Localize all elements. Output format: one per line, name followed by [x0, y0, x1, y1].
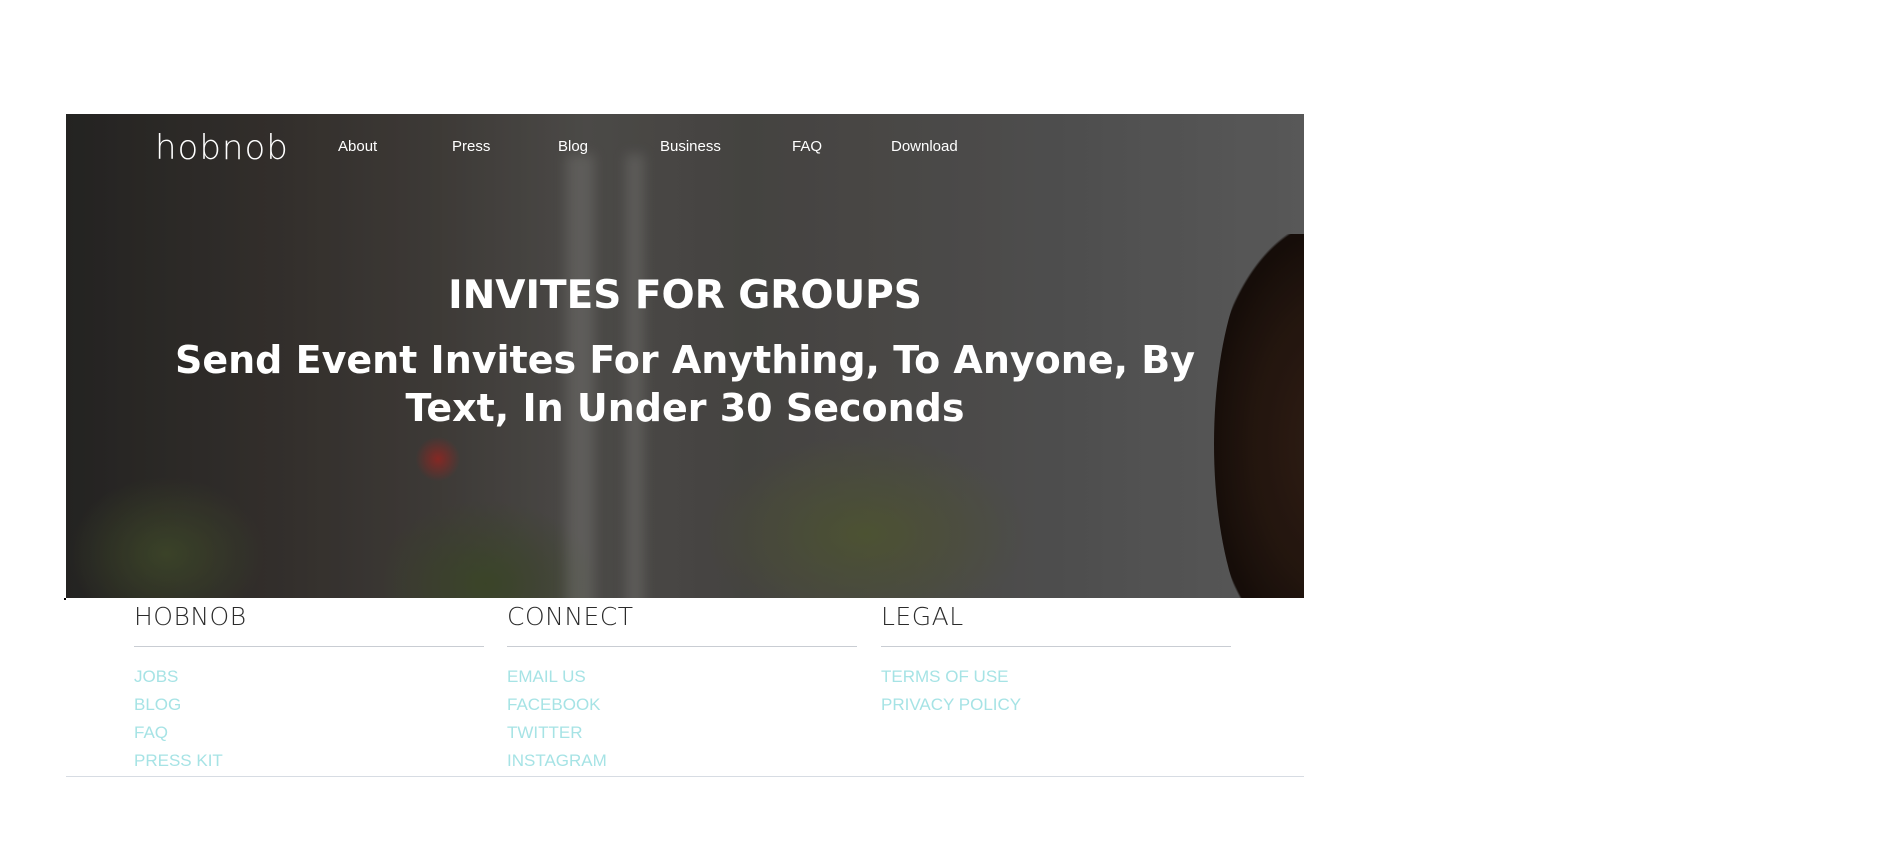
nav-about-link[interactable]: About: [338, 138, 377, 156]
footer-link-list: JOBS BLOG FAQ PRESS KIT: [134, 647, 484, 775]
footer-link-instagram[interactable]: INSTAGRAM: [507, 747, 857, 775]
hero-title: INVITES FOR GROUPS: [448, 273, 922, 318]
nav-press-link[interactable]: Press: [452, 138, 490, 156]
nav-download-link[interactable]: Download: [891, 138, 958, 156]
top-navigation: hobnob About Press Blog Business FAQ Dow…: [66, 114, 1304, 180]
footer-heading: HOBNOB: [134, 598, 484, 647]
nav-blog-link[interactable]: Blog: [558, 138, 588, 156]
footer-link-list: TERMS OF USE PRIVACY POLICY: [881, 647, 1231, 719]
footer-link-list: EMAIL US FACEBOOK TWITTER INSTAGRAM: [507, 647, 857, 775]
footer: HOBNOB JOBS BLOG FAQ PRESS KIT CONNECT E…: [66, 598, 1304, 777]
footer-heading: CONNECT: [507, 598, 857, 647]
footer-link-press-kit[interactable]: PRESS KIT: [134, 747, 484, 775]
footer-column-connect: CONNECT EMAIL US FACEBOOK TWITTER INSTAG…: [507, 598, 857, 775]
hobnob-logo[interactable]: hobnob: [155, 131, 289, 165]
footer-link-privacy-policy[interactable]: PRIVACY POLICY: [881, 691, 1231, 719]
footer-link-facebook[interactable]: FACEBOOK: [507, 691, 857, 719]
footer-link-terms-of-use[interactable]: TERMS OF USE: [881, 663, 1231, 691]
nav-faq-link[interactable]: FAQ: [792, 138, 822, 156]
footer-column-legal: LEGAL TERMS OF USE PRIVACY POLICY: [881, 598, 1231, 719]
footer-link-blog[interactable]: BLOG: [134, 691, 484, 719]
page: hobnob About Press Blog Business FAQ Dow…: [64, 114, 1304, 777]
hero-section: hobnob About Press Blog Business FAQ Dow…: [66, 114, 1304, 598]
footer-link-faq[interactable]: FAQ: [134, 719, 484, 747]
footer-link-jobs[interactable]: JOBS: [134, 663, 484, 691]
hero-subtitle: Send Event Invites For Anything, To Anyo…: [174, 338, 1195, 430]
footer-heading: LEGAL: [881, 598, 1231, 647]
footer-column-hobnob: HOBNOB JOBS BLOG FAQ PRESS KIT: [134, 598, 484, 775]
footer-link-twitter[interactable]: TWITTER: [507, 719, 857, 747]
footer-link-email-us[interactable]: EMAIL US: [507, 663, 857, 691]
nav-business-link[interactable]: Business: [660, 138, 721, 156]
